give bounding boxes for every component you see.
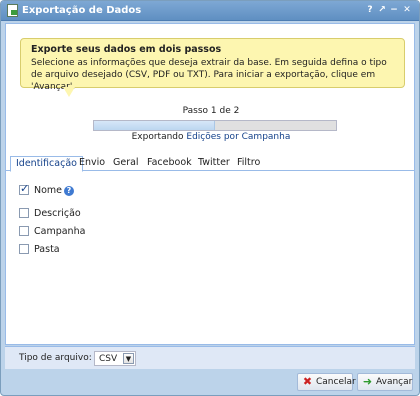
- exporting-prefix: Exportando: [131, 132, 184, 142]
- nome-label: Nome: [34, 185, 63, 196]
- next-button-label: Avançar: [376, 377, 413, 387]
- progress-bar: [93, 120, 337, 131]
- tab-identificacao[interactable]: Identificação: [10, 156, 83, 172]
- minimize-icon[interactable]: −: [389, 5, 399, 16]
- tooltip-pointer: [63, 87, 75, 97]
- cancel-button-label: Cancelar: [316, 377, 356, 387]
- title-bar[interactable]: Exportação de Dados ? ↗ − ✕: [1, 1, 419, 21]
- chevron-down-icon[interactable]: ▼: [123, 353, 134, 364]
- window-title: Exportação de Dados: [22, 5, 142, 16]
- tab-geral[interactable]: Geral: [108, 156, 144, 172]
- tab-facebook[interactable]: Facebook: [142, 156, 197, 172]
- close-icon[interactable]: ✕: [402, 5, 412, 16]
- file-type-select[interactable]: CSV ▼: [94, 351, 136, 366]
- export-dialog: Exportação de Dados ? ↗ − ✕ Exporte seus…: [0, 0, 420, 396]
- help-icon[interactable]: ?: [64, 186, 74, 196]
- file-type-bar: Tipo de arquivo: CSV ▼: [5, 346, 415, 369]
- tooltip-title: Exporte seus dados em dois passos: [31, 44, 222, 55]
- campanha-label: Campanha: [34, 226, 86, 237]
- descricao-label: Descrição: [34, 208, 81, 219]
- export-document-icon: [7, 4, 18, 17]
- tab-filtro[interactable]: Filtro: [232, 156, 265, 172]
- arrow-right-icon: ➜: [362, 375, 373, 388]
- dialog-content: Exporte seus dados em dois passos Seleci…: [5, 23, 415, 345]
- progress-bar-fill: [94, 121, 215, 130]
- exporting-caption: Exportando Edições por Campanha: [6, 132, 416, 142]
- step-indicator: Passo 1 de 2: [182, 106, 240, 116]
- campanha-checkbox[interactable]: [19, 226, 29, 236]
- descricao-checkbox[interactable]: [19, 208, 29, 218]
- file-type-value: CSV: [99, 354, 118, 364]
- next-button[interactable]: ➜ Avançar: [357, 373, 413, 391]
- popout-icon[interactable]: ↗: [377, 5, 387, 16]
- file-type-label: Tipo de arquivo:: [19, 353, 92, 363]
- nome-checkbox[interactable]: [19, 183, 29, 195]
- pasta-checkbox[interactable]: [19, 244, 29, 254]
- pasta-label: Pasta: [34, 244, 60, 255]
- help-icon[interactable]: ?: [365, 5, 375, 16]
- cancel-button[interactable]: ✖ Cancelar: [297, 373, 356, 391]
- tooltip-body: Selecione as informações que deseja extr…: [31, 58, 387, 92]
- tab-strip: Identificação Envio Geral Facebook Twitt…: [6, 154, 414, 172]
- instruction-tooltip: Exporte seus dados em dois passos Seleci…: [20, 38, 405, 97]
- tab-envio[interactable]: Envio: [74, 156, 110, 172]
- exporting-target: Edições por Campanha: [186, 132, 291, 142]
- tab-twitter[interactable]: Twitter: [193, 156, 235, 172]
- cancel-x-icon: ✖: [302, 375, 313, 388]
